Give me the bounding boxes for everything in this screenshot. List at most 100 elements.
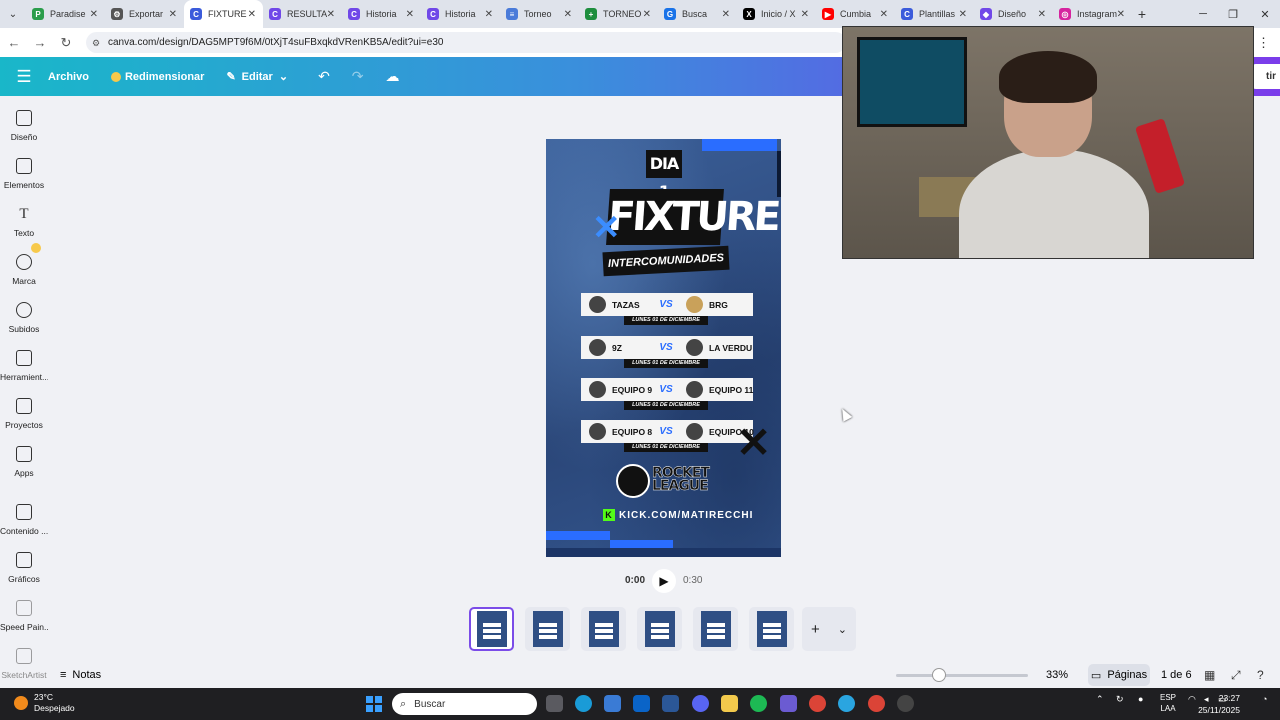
grid-view-icon[interactable]: ▦ [1204,668,1215,682]
page-thumbnail[interactable] [637,607,682,651]
page-thumbnail[interactable] [749,607,794,651]
sidebar-item-proyectos[interactable]: Proyectos [0,398,48,430]
store-icon[interactable] [604,695,621,712]
browser-tab[interactable]: ◎ Instagram ✕ [1053,0,1132,28]
browser-menu-icon[interactable]: ⋮ [1257,35,1270,51]
page-thumbnail[interactable] [693,607,738,651]
sidebar-item-dise-o[interactable]: Diseño [0,110,48,142]
tab-close-icon[interactable]: ✕ [485,9,493,20]
site-info-icon[interactable]: ⚙ [92,38,102,48]
maximize-icon[interactable]: ❐ [1218,0,1248,28]
tray-overflow-icon[interactable]: ⌃ [1096,694,1104,705]
file-explorer-icon[interactable] [721,695,738,712]
poster-title[interactable]: FIXTURE [606,189,780,245]
browser-tab[interactable]: C Plantillas ✕ [895,0,974,28]
windows-start-icon[interactable] [366,696,382,712]
close-window-icon[interactable]: ✕ [1250,0,1280,28]
tab-close-icon[interactable]: ✕ [1117,9,1125,20]
tab-close-icon[interactable]: ✕ [248,9,256,20]
undo-icon[interactable]: ↶ [318,68,330,85]
sidebar-item-herramient[interactable]: Herramient... [0,350,48,382]
sidebar-item-subidos[interactable]: Subidos [0,302,48,334]
plus-icon[interactable]: + [811,621,820,638]
notifications-icon[interactable]: ◔ [1262,694,1267,704]
sidebar-item-apps[interactable]: Apps [0,446,48,478]
sidebar-item-contenido[interactable]: Contenido ... [0,504,48,536]
tab-close-icon[interactable]: ✕ [90,9,98,20]
tab-search-chevron-icon[interactable]: ⌄ [0,0,26,28]
zoom-slider-handle[interactable] [932,668,946,682]
tab-close-icon[interactable]: ✕ [801,9,809,20]
teams-icon[interactable] [780,695,797,712]
help-icon[interactable]: ? [1257,668,1264,682]
browser-tab[interactable]: C Historia ✕ [421,0,500,28]
tab-close-icon[interactable]: ✕ [327,9,335,20]
redo-icon[interactable]: ↷ [352,68,364,85]
chevron-down-icon[interactable]: ⌄ [838,623,847,636]
add-page-button[interactable]: + ⌄ [802,607,856,651]
forward-icon[interactable]: → [28,31,52,55]
page-thumbnail[interactable] [581,607,626,651]
browser-tab[interactable]: ▶ Cumbia ✕ [816,0,895,28]
play-icon[interactable]: ▶ [652,569,676,593]
new-tab-button[interactable]: + [1132,6,1152,22]
sidebar-item-sketchartist[interactable]: SketchArtist [0,648,48,680]
pages-button[interactable]: ▭ Páginas [1088,664,1150,686]
tab-close-icon[interactable]: ✕ [1038,9,1046,20]
resize-button[interactable]: Redimensionar [110,71,204,83]
chrome-icon[interactable] [809,695,826,712]
language-indicator[interactable]: ESP LAA [1160,692,1176,714]
cloud-saved-icon[interactable]: ☁ [386,68,400,85]
tab-close-icon[interactable]: ✕ [406,9,414,20]
poster-day-label[interactable]: DIA 1 [646,150,682,201]
url-field[interactable]: ⚙ canva.com/design/DAG5MPT9f6M/0tXjT4suF… [86,32,846,53]
wifi-icon[interactable]: ◠ [1188,694,1196,705]
page-thumbnail[interactable] [525,607,570,651]
taskbar-search[interactable]: ⌕ Buscar [392,693,537,715]
page-count[interactable]: 1 de 6 [1161,669,1192,681]
obs-icon[interactable] [897,695,914,712]
match-row[interactable]: EQUIPO 9 VS EQUIPO 11 [581,378,753,401]
edit-menu[interactable]: ✎ Editar ⌄ [226,70,288,84]
zoom-slider[interactable] [896,674,1028,677]
browser-tab[interactable]: C RESULTA ✕ [263,0,342,28]
notes-button[interactable]: ≡ Notas [60,669,101,681]
sidebar-item-elementos[interactable]: Elementos [0,158,48,190]
design-canvas[interactable]: DIA 1 FIXTURE ✕ INTERCOMUNIDADES TAZASVS… [546,139,781,557]
minimize-icon[interactable]: ─ [1188,0,1218,28]
page-thumbnail[interactable] [469,607,514,651]
tray-app-icon[interactable]: ↻ [1116,694,1124,705]
tab-close-icon[interactable]: ✕ [169,9,177,20]
sidebar-item-texto[interactable]: T Texto [0,206,48,238]
fullscreen-icon[interactable]: ⤢ [1231,668,1241,683]
sidebar-item-speed-pain[interactable]: Speed Pain... [0,600,48,632]
browser-tab[interactable]: + TORNEO ✕ [579,0,658,28]
discord-icon[interactable] [692,695,709,712]
match-row[interactable]: 9Z VS LA VERDU [581,336,753,359]
telegram-icon[interactable] [838,695,855,712]
microphone-icon[interactable]: ● [1138,694,1143,704]
weather-widget[interactable]: 23°C Despejado [14,692,75,714]
sidebar-item-gráficos[interactable]: Gráficos [0,552,48,584]
word-icon[interactable] [662,695,679,712]
file-menu[interactable]: Archivo [48,71,89,83]
browser-tab[interactable]: C Historia ✕ [342,0,421,28]
browser-tab[interactable]: G Busca ✕ [658,0,737,28]
outlook-icon[interactable] [633,695,650,712]
sidebar-item-marca[interactable]: Marca [0,243,48,286]
browser-tab[interactable]: ≡ Torneo ✕ [500,0,579,28]
task-view-icon[interactable] [546,695,563,712]
browser-tab[interactable]: P Paradise ✕ [26,0,105,28]
spotify-icon[interactable] [750,695,767,712]
tab-close-icon[interactable]: ✕ [880,9,888,20]
tab-close-icon[interactable]: ✕ [959,9,967,20]
back-icon[interactable]: ← [2,31,26,55]
reload-icon[interactable]: ↻ [54,31,78,55]
tab-close-icon[interactable]: ✕ [722,9,730,20]
share-button[interactable]: tir [1250,64,1280,89]
main-menu-icon[interactable]: ☰ [0,67,48,87]
match-row[interactable]: EQUIPO 8 VS EQUIPO 10 [581,420,754,443]
browser-tab[interactable]: ⚙ Exportar ✕ [105,0,184,28]
browser-tab[interactable]: C FIXTURE ✕ [184,0,263,28]
system-clock[interactable]: 23:27 25/11/2025 [1198,692,1240,716]
